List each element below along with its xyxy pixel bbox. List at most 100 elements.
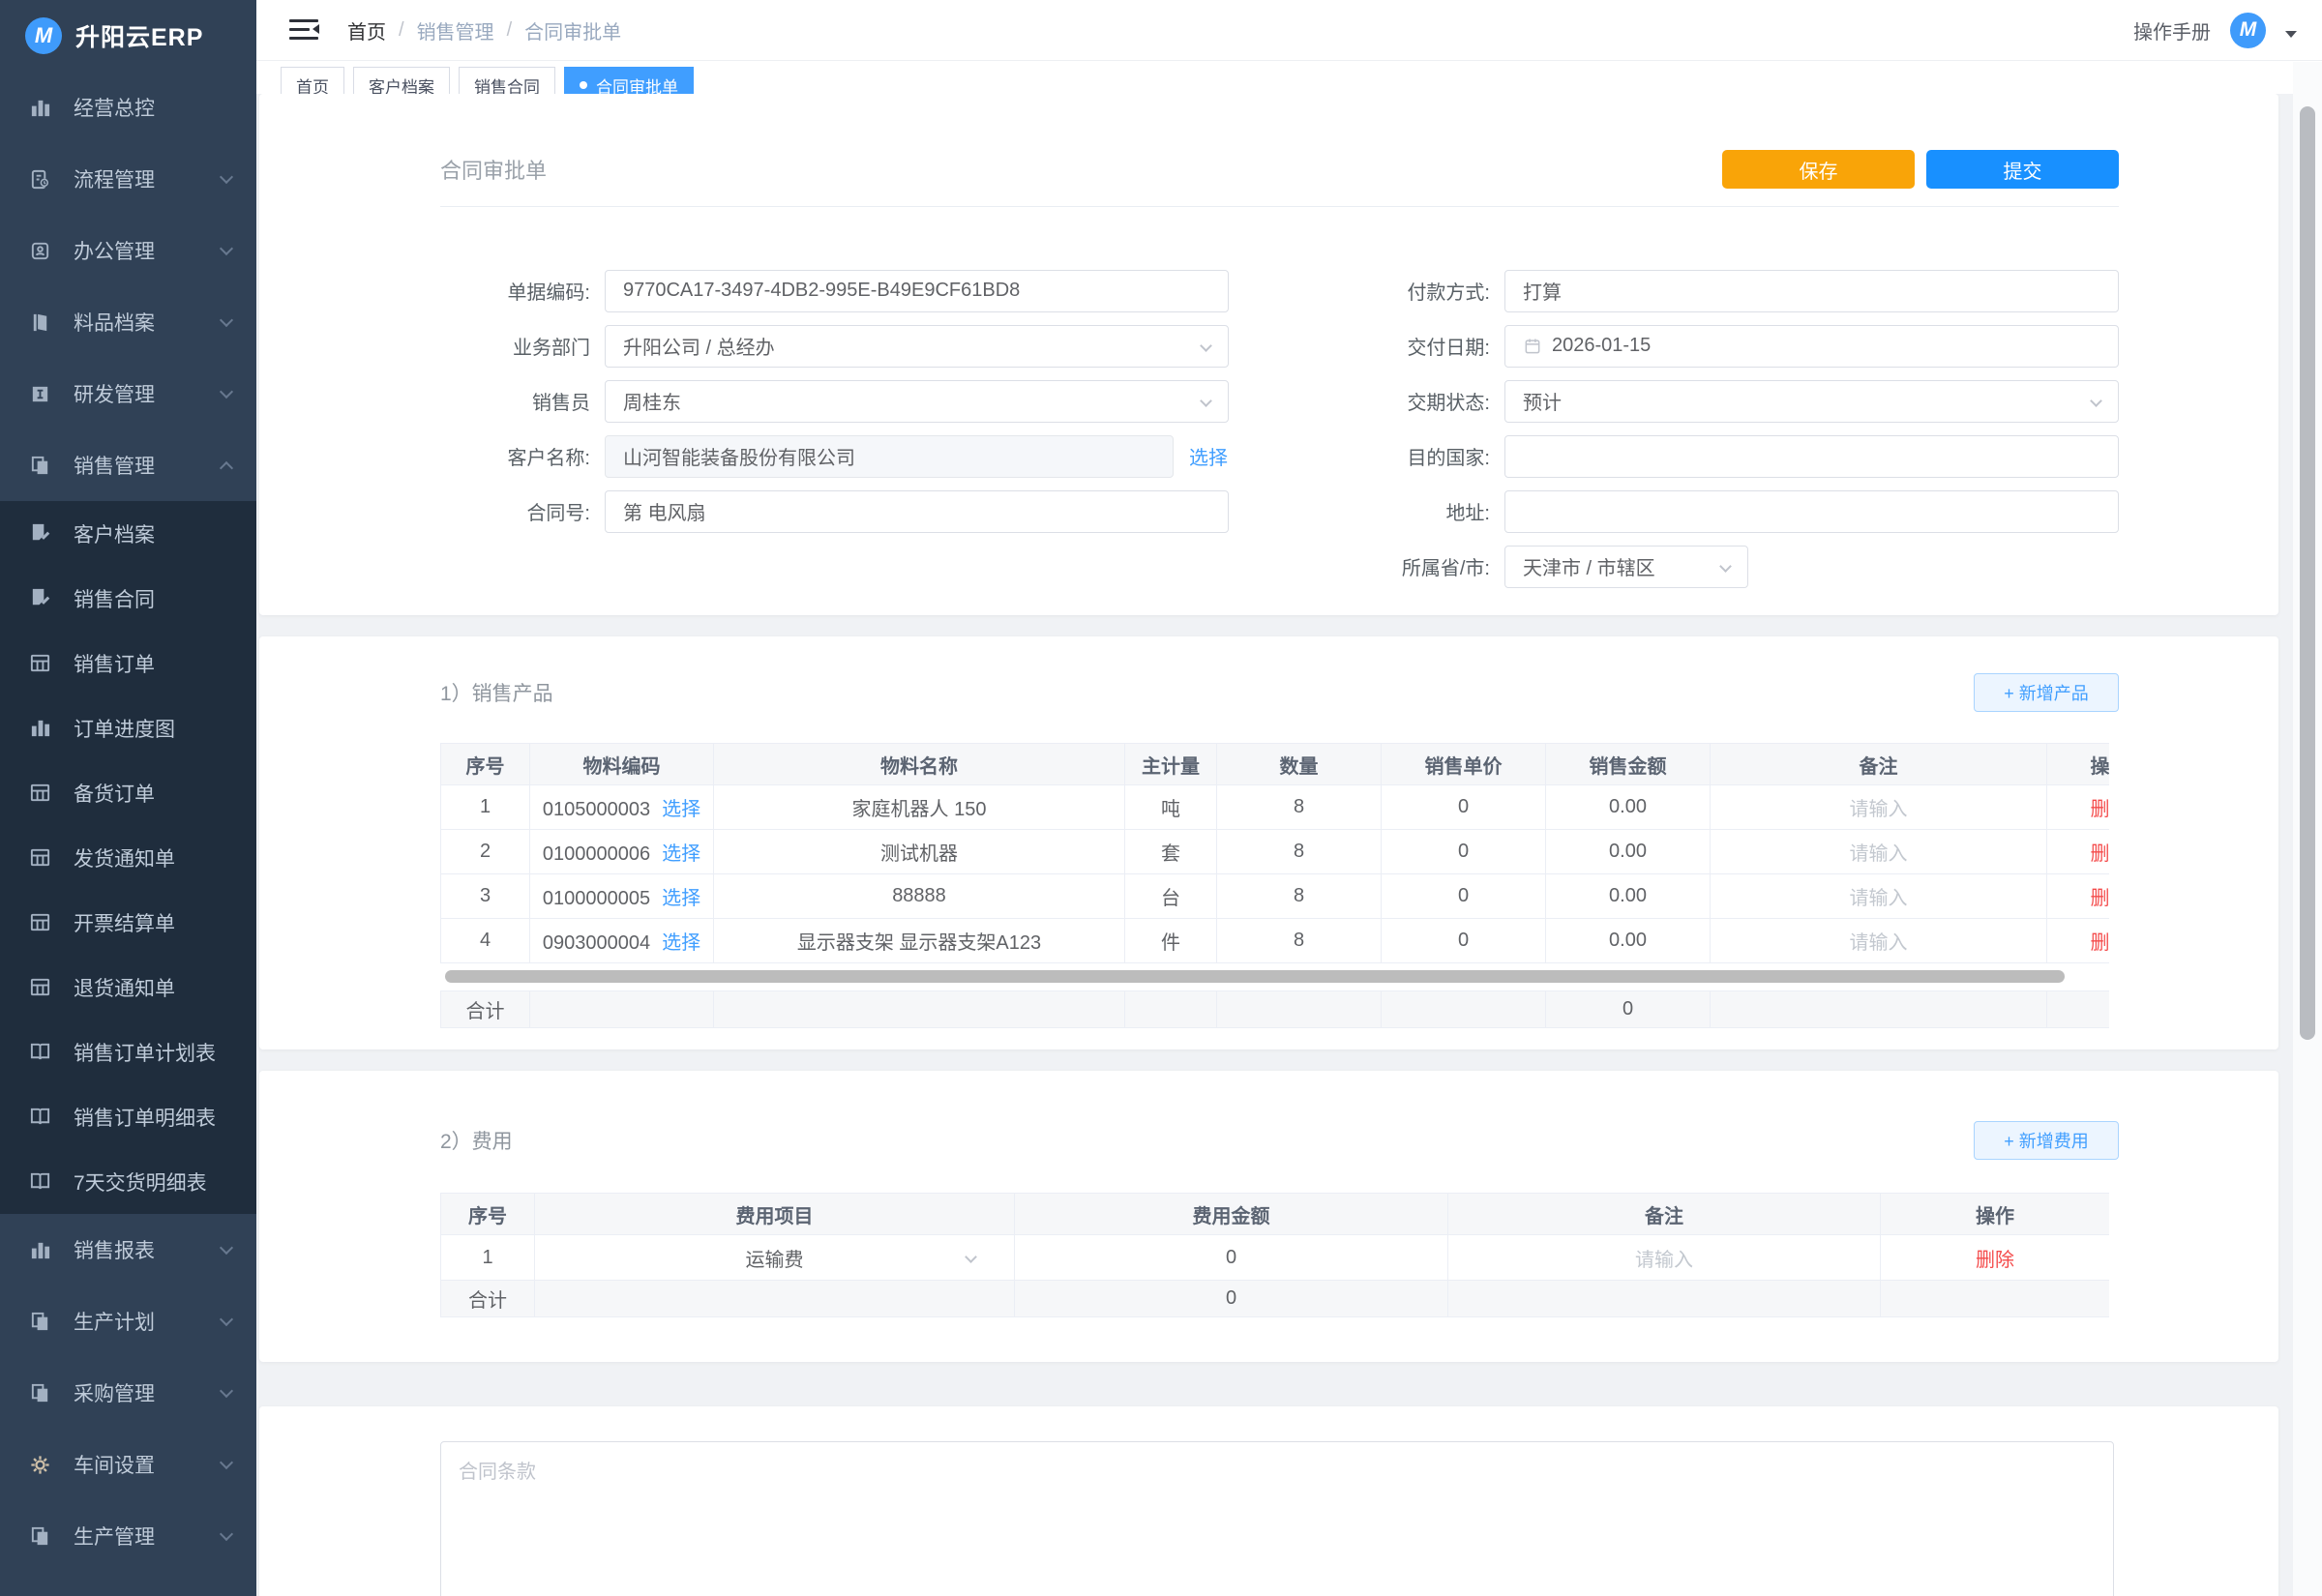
products-total-table: 合计 0 — [440, 990, 2109, 1028]
chevron-down-icon — [220, 1241, 233, 1255]
sidebar-item-shipping-notice[interactable]: 发货通知单 — [0, 825, 256, 890]
vertical-scrollbar-thumb[interactable] — [2300, 106, 2315, 1040]
delete-row-link[interactable]: 删除 — [2091, 843, 2110, 865]
col-actions: 操作 — [1881, 1194, 2110, 1235]
cell-note-input[interactable]: 请输入 — [1711, 919, 2047, 963]
col-material-code: 物料编码 — [530, 744, 714, 785]
cell-material-name: 家庭机器人 150 — [714, 785, 1125, 830]
table-row: 2 0100000006选择 测试机器 套 8 0 0.00 请输入 删除 — [441, 830, 2110, 874]
sidebar-item-order-progress[interactable]: 订单进度图 — [0, 695, 256, 760]
sidebar-item-sales-order[interactable]: 销售订单 — [0, 631, 256, 695]
contract-no-input[interactable] — [605, 490, 1229, 533]
sidebar-item-production-mgmt[interactable]: 生产管理 — [0, 1500, 256, 1572]
cell-unit-price[interactable]: 0 — [1382, 874, 1546, 919]
cell-unit-price[interactable]: 0 — [1382, 830, 1546, 874]
cell-actions: 删除 — [1881, 1235, 2110, 1281]
cell-note-input[interactable]: 请输入 — [1448, 1235, 1881, 1281]
salesperson-select[interactable]: 周桂东 — [605, 380, 1229, 423]
horizontal-scrollbar-thumb[interactable] — [445, 970, 2065, 983]
cell-note-input[interactable]: 请输入 — [1711, 874, 2047, 919]
main-area: 首页 / 销售管理 / 合同审批单 操作手册 M 首页 客户档案 销售合同 合同… — [256, 0, 2322, 1596]
sidebar-item-rd-mgmt[interactable]: 研发管理 — [0, 358, 256, 429]
delivery-date-label: 交付日期: — [1235, 332, 1490, 360]
cell-material-code: 0100000005选择 — [530, 874, 714, 919]
app-logo[interactable]: M 升阳云ERP — [0, 0, 256, 72]
save-button[interactable]: 保存 — [1722, 150, 1915, 189]
tab-sales-contract[interactable]: 销售合同 — [459, 67, 555, 94]
delivery-date-picker[interactable]: 2026-01-15 — [1504, 325, 2119, 368]
collapse-sidebar-icon[interactable] — [289, 18, 318, 42]
products-table: 序号 物料编码 物料名称 主计量 数量 销售单价 销售金额 备注 操作 — [440, 743, 2109, 963]
destination-country-input[interactable] — [1504, 435, 2119, 478]
breadcrumb-home[interactable]: 首页 — [347, 16, 386, 44]
cell-unit: 台 — [1125, 874, 1217, 919]
manual-link[interactable]: 操作手册 — [2133, 16, 2211, 44]
address-input[interactable] — [1504, 490, 2119, 533]
material-select-link[interactable]: 选择 — [662, 799, 700, 820]
sidebar-item-material-archive[interactable]: 料品档案 — [0, 286, 256, 358]
sidebar-item-label: 生产管理 — [74, 1522, 155, 1551]
sidebar-item-sales-mgmt[interactable]: 销售管理 — [0, 429, 256, 501]
province-city-select[interactable]: 天津市 / 市辖区 — [1504, 546, 1748, 588]
caret-down-icon[interactable] — [2285, 31, 2297, 38]
tab-contract-approval[interactable]: 合同审批单 — [564, 67, 694, 94]
cell-material-name: 测试机器 — [714, 830, 1125, 874]
cell-unit-price[interactable]: 0 — [1382, 919, 1546, 963]
square-i-icon — [29, 383, 51, 405]
sidebar-item-customer-archive[interactable]: 客户档案 — [0, 501, 256, 566]
customer-select-link[interactable]: 选择 — [1189, 442, 1228, 470]
sidebar-item-process-mgmt[interactable]: 流程管理 — [0, 143, 256, 215]
delete-row-link[interactable]: 删除 — [2091, 888, 2110, 909]
cell-qty[interactable]: 8 — [1217, 785, 1382, 830]
chevron-down-icon — [220, 170, 233, 184]
sidebar-item-processing-workshop[interactable]: 加工车间 — [0, 1572, 256, 1596]
material-select-link[interactable]: 选择 — [662, 843, 700, 865]
submit-button[interactable]: 提交 — [1926, 150, 2119, 189]
cell-qty[interactable]: 8 — [1217, 874, 1382, 919]
delete-row-link[interactable]: 删除 — [1976, 1250, 2014, 1271]
chevron-down-icon — [220, 1384, 233, 1398]
sidebar-item-production-plan[interactable]: 生产计划 — [0, 1286, 256, 1357]
cell-fee-amount[interactable]: 0 — [1015, 1235, 1448, 1281]
sidebar-item-purchase-mgmt[interactable]: 采购管理 — [0, 1357, 256, 1429]
tags-view: 首页 客户档案 销售合同 合同审批单 — [256, 61, 2322, 94]
add-fee-button[interactable]: + 新增费用 — [1974, 1121, 2119, 1160]
tab-customer-archive[interactable]: 客户档案 — [353, 67, 450, 94]
products-section-title: 1）销售产品 — [440, 678, 553, 707]
sidebar-item-7day-delivery-report[interactable]: 7天交货明细表 — [0, 1149, 256, 1214]
breadcrumb-sales-mgmt[interactable]: 销售管理 — [417, 16, 494, 44]
sidebar-item-invoice-settlement[interactable]: 开票结算单 — [0, 890, 256, 955]
chevron-down-icon — [220, 1313, 233, 1326]
cell-unit: 吨 — [1125, 785, 1217, 830]
delete-row-link[interactable]: 删除 — [2091, 932, 2110, 954]
select-value: 周桂东 — [623, 387, 681, 415]
sidebar-item-order-plan-report[interactable]: 销售订单计划表 — [0, 1020, 256, 1084]
material-select-link[interactable]: 选择 — [662, 888, 700, 909]
add-product-button[interactable]: + 新增产品 — [1974, 673, 2119, 712]
sidebar-item-sales-contract[interactable]: 销售合同 — [0, 566, 256, 631]
sidebar-item-office-mgmt[interactable]: 办公管理 — [0, 215, 256, 286]
sidebar-item-stock-order[interactable]: 备货订单 — [0, 760, 256, 825]
avatar[interactable]: M — [2230, 13, 2266, 48]
sidebar-item-business-overview[interactable]: 经营总控 — [0, 72, 256, 143]
delivery-status-select[interactable]: 预计 — [1504, 380, 2119, 423]
tab-home[interactable]: 首页 — [281, 67, 344, 94]
cell-material-name: 88888 — [714, 874, 1125, 919]
cell-note-input[interactable]: 请输入 — [1711, 785, 2047, 830]
delete-row-link[interactable]: 删除 — [2091, 799, 2110, 820]
sidebar-item-sales-report[interactable]: 销售报表 — [0, 1214, 256, 1286]
material-select-link[interactable]: 选择 — [662, 932, 700, 954]
contract-terms-textarea[interactable] — [440, 1441, 2114, 1596]
cell-qty[interactable]: 8 — [1217, 830, 1382, 874]
sidebar-item-workshop-settings[interactable]: 车间设置 — [0, 1429, 256, 1500]
cell-qty[interactable]: 8 — [1217, 919, 1382, 963]
business-dept-select[interactable]: 升阳公司 / 总经办 — [605, 325, 1229, 368]
fee-item-select[interactable]: 运输费 — [535, 1235, 1014, 1280]
cell-unit-price[interactable]: 0 — [1382, 785, 1546, 830]
cell-note-input[interactable]: 请输入 — [1711, 830, 2047, 874]
sidebar-item-return-notice[interactable]: 退货通知单 — [0, 955, 256, 1020]
sidebar-item-label: 销售订单计划表 — [74, 1038, 216, 1067]
doc-code-input[interactable] — [605, 270, 1229, 312]
payment-method-input[interactable] — [1504, 270, 2119, 312]
sidebar-item-order-detail-report[interactable]: 销售订单明细表 — [0, 1084, 256, 1149]
